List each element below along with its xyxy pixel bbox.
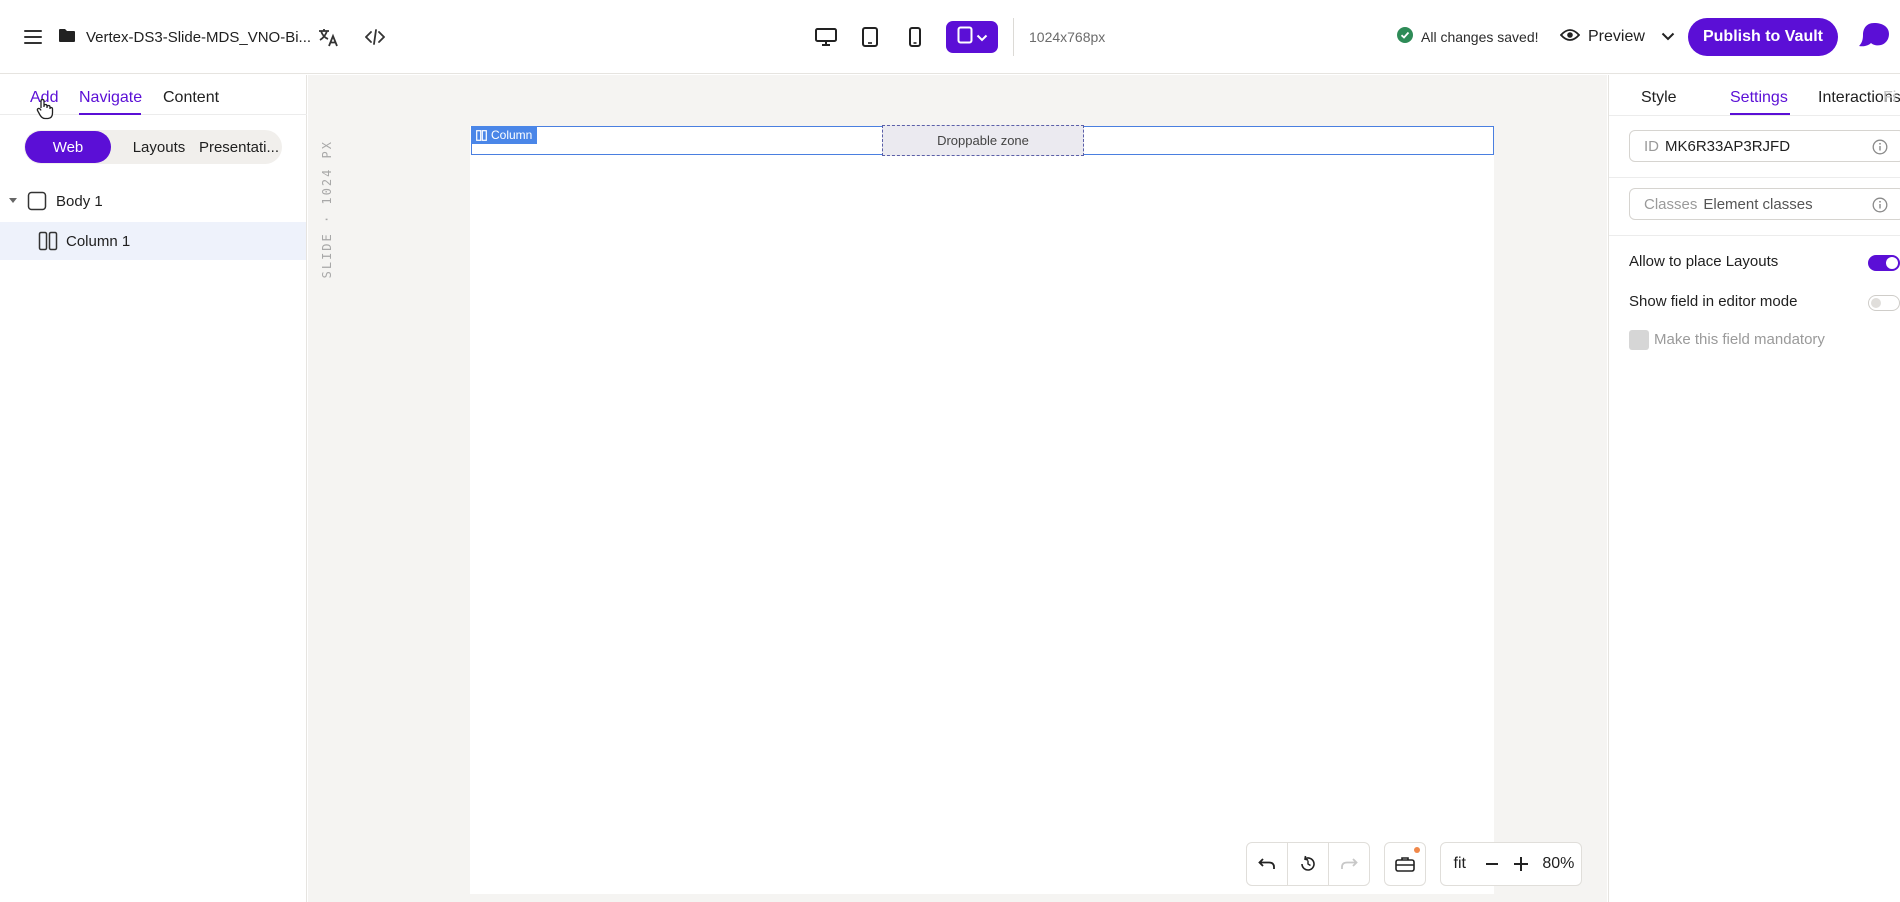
redo-icon[interactable] [1329,842,1369,886]
mobile-device-icon[interactable] [898,21,932,53]
chevron-down-icon [1661,28,1675,46]
translate-icon[interactable] [311,20,345,54]
tab-fields[interactable]: Fi [1883,89,1896,107]
segment-web[interactable]: Web [25,131,111,163]
id-field-value: MK6R33AP3RJFD [1665,137,1791,155]
show-field-editor-label: Show field in editor mode [1629,293,1798,310]
custom-device-dropdown[interactable] [946,21,998,53]
tree-item-label: Body 1 [56,192,103,210]
tablet-device-icon[interactable] [853,21,887,53]
section-divider [1609,235,1900,236]
history-toolbar [1246,842,1370,886]
right-panel: Style Settings Interactions Fi ID MK6R33… [1608,75,1900,902]
segment-layouts[interactable]: Layouts [118,130,200,164]
tab-settings[interactable]: Settings [1730,89,1788,107]
caret-down-icon[interactable] [9,198,19,204]
mode-segmented-control: Web Layouts Presentati... [24,130,282,164]
classes-field[interactable]: Classes Element classes [1629,188,1900,220]
publish-to-vault-button[interactable]: Publish to Vault [1688,18,1838,56]
zoom-level[interactable]: 80% [1536,842,1581,886]
document-title[interactable]: Vertex-DS3-Slide-MDS_VNO-Bi... [58,22,311,52]
column-tag-label: Column [491,128,533,142]
folder-icon [58,28,76,47]
active-tab-indicator [79,113,141,115]
id-field-label: ID [1644,137,1659,155]
zoom-out-icon[interactable] [1478,842,1506,886]
slide-size-ruler-label: SLIDE · 1024 PX [320,140,334,279]
tree-item-body[interactable]: Body 1 [0,182,306,220]
columns-icon [476,129,487,141]
save-status-text: All changes saved! [1421,28,1539,45]
zoom-toolbar: fit 80% [1440,842,1582,886]
code-icon[interactable] [358,20,392,54]
chevron-down-icon [976,29,988,46]
custom-device-icon [957,26,973,48]
toolbar-divider [1013,18,1014,56]
allow-place-layouts-label: Allow to place Layouts [1629,253,1779,270]
top-bar: Vertex-DS3-Slide-MDS_VNO-Bi... 1024x768p… [0,0,1900,74]
tab-navigate[interactable]: Navigate [79,89,142,107]
check-circle-icon [1397,27,1413,46]
id-field[interactable]: ID MK6R33AP3RJFD [1629,130,1900,162]
undo-icon[interactable] [1247,842,1287,886]
info-icon[interactable] [1872,139,1888,159]
tab-style[interactable]: Style [1641,89,1677,107]
show-field-editor-toggle[interactable] [1868,295,1900,311]
classes-field-label: Classes [1644,195,1698,213]
zoom-fit-button[interactable]: fit [1441,842,1478,886]
tree-item-column[interactable]: Column 1 [0,222,306,260]
resolution-label: 1024x768px [1029,29,1106,45]
history-restore-icon[interactable] [1288,842,1328,886]
segment-presentation[interactable]: Presentati... [196,130,282,164]
tree-item-label: Column 1 [66,232,131,250]
tabs-divider [1609,115,1900,116]
desktop-device-icon[interactable] [809,21,843,53]
briefcase-icon[interactable] [1385,842,1425,886]
preview-button[interactable]: Preview [1559,22,1675,52]
mandatory-field-checkbox[interactable] [1629,330,1649,350]
hand-cursor-icon [36,98,54,124]
assets-toolbar [1384,842,1426,886]
section-divider [1609,177,1900,178]
droppable-zone[interactable]: Droppable zone [882,125,1084,156]
allow-place-layouts-toggle[interactable] [1868,255,1900,271]
left-panel: Add Navigate Content Web Layouts Present… [0,75,307,902]
eye-icon [1559,28,1581,47]
notification-dot [1414,847,1420,853]
left-panel-tabs: Add Navigate Content [0,75,307,120]
tab-content[interactable]: Content [163,89,219,107]
columns-icon [38,231,58,251]
box-icon [27,191,47,211]
slide-canvas[interactable] [470,126,1494,894]
info-icon[interactable] [1872,197,1888,217]
save-status: All changes saved! [1397,27,1539,46]
mandatory-field-label: Make this field mandatory [1654,331,1825,348]
column-tag[interactable]: Column [471,126,538,144]
zoom-in-icon[interactable] [1506,842,1536,886]
preview-label: Preview [1588,28,1645,45]
classes-field-placeholder: Element classes [1703,195,1813,213]
user-avatar[interactable] [1857,19,1891,53]
document-title-text: Vertex-DS3-Slide-MDS_VNO-Bi... [86,28,312,46]
hamburger-menu-icon[interactable] [16,20,50,54]
